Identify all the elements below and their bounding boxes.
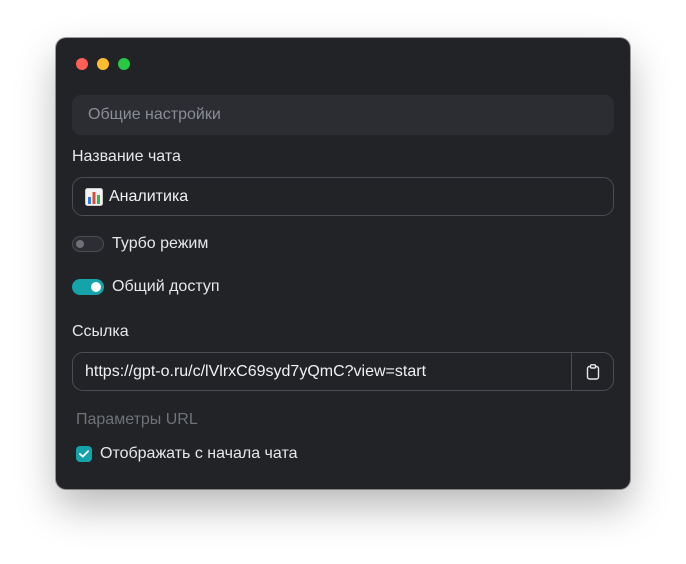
window-controls [76,58,130,70]
bar-chart-icon [85,187,103,206]
chat-name-input[interactable]: Аналитика [72,177,614,216]
section-title: Общие настройки [88,106,221,123]
toggle-knob [91,282,101,292]
minimize-button[interactable] [97,58,109,70]
toggle-knob [76,240,84,248]
show-from-start-label: Отображать с начала чата [100,445,298,462]
shared-access-toggle[interactable] [72,279,104,295]
share-link-field: https://gpt-o.ru/c/lVlrxC69syd7yQmC?view… [72,352,614,391]
show-from-start-row: Отображать с начала чата [76,444,297,464]
turbo-mode-toggle[interactable] [72,236,104,252]
shared-access-label: Общий доступ [112,278,220,295]
section-header-general: Общие настройки [72,95,614,135]
copy-link-button[interactable] [571,353,613,390]
chat-name-label: Название чата [72,148,181,165]
url-params-label: Параметры URL [76,411,198,428]
show-from-start-checkbox[interactable] [76,446,92,462]
close-button[interactable] [76,58,88,70]
settings-window: Общие настройки Название чата Аналитика … [56,38,630,489]
turbo-mode-row: Турбо режим [72,234,208,254]
link-label: Ссылка [72,323,129,340]
share-link-input[interactable]: https://gpt-o.ru/c/lVlrxC69syd7yQmC?view… [73,353,571,390]
checkmark-icon [79,450,89,458]
chat-name-value: Аналитика [109,187,189,205]
maximize-button[interactable] [118,58,130,70]
clipboard-icon [586,363,599,380]
shared-access-row: Общий доступ [72,277,220,297]
turbo-mode-label: Турбо режим [112,235,209,252]
